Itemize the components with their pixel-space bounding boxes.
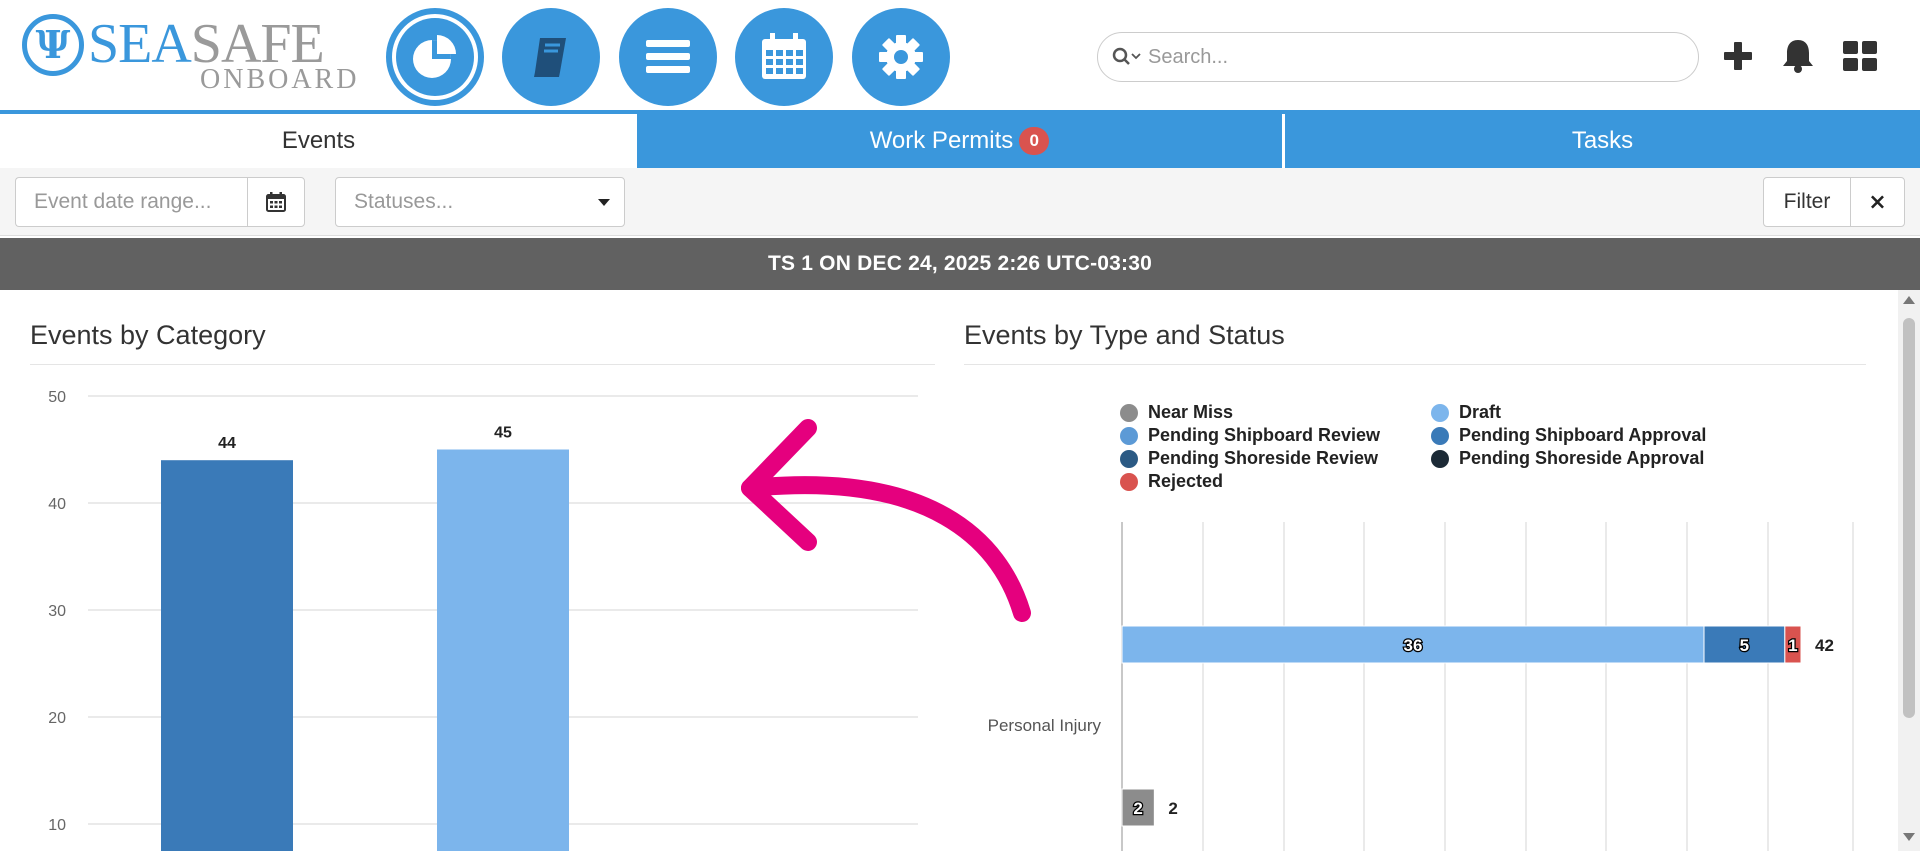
scroll-down-arrow-icon[interactable] — [1903, 833, 1915, 841]
row-total-label: 2 — [1168, 799, 1177, 818]
segment-value-label: 1 — [1788, 636, 1797, 655]
category-label: Personal Injury — [988, 716, 1102, 735]
events-by-type-status-chart: Personal Injury 36 5 1 42 2 2 — [988, 522, 1854, 851]
tab-tasks[interactable]: Tasks — [1285, 114, 1920, 168]
notifications-button[interactable] — [1778, 36, 1818, 76]
statuses-placeholder: Statuses... — [354, 190, 454, 213]
filter-button[interactable]: Filter — [1763, 177, 1851, 227]
work-permits-count-badge: 0 — [1019, 127, 1050, 155]
tab-work-permits[interactable]: Work Permits 0 — [637, 114, 1282, 168]
nav-calendar-button[interactable] — [735, 8, 833, 106]
vertical-scrollbar[interactable] — [1898, 290, 1920, 851]
search-icon[interactable] — [1112, 46, 1142, 68]
top-bar: Ψ SEASAFE ONBOARD — [0, 0, 1920, 114]
scrollbar-thumb[interactable] — [1903, 318, 1915, 718]
grid-icon — [1843, 41, 1877, 71]
nav-settings-button[interactable] — [852, 8, 950, 106]
segment-value-label: 36 — [1404, 636, 1423, 655]
list-icon — [646, 40, 690, 73]
add-button[interactable] — [1718, 36, 1758, 76]
search-input[interactable] — [1148, 45, 1668, 69]
pie-chart-icon — [413, 35, 456, 78]
nav-logbook-button[interactable] — [502, 8, 600, 106]
apps-button[interactable] — [1840, 36, 1880, 76]
statuses-select[interactable]: Statuses... — [335, 177, 625, 227]
y-tick-label: 10 — [48, 817, 66, 834]
gear-icon — [879, 35, 923, 79]
close-icon: × — [1868, 189, 1887, 215]
segment-value-label: 2 — [1133, 799, 1142, 818]
date-picker-button[interactable] — [247, 177, 305, 227]
annotation-arrow-icon — [741, 419, 1031, 622]
scroll-up-arrow-icon[interactable] — [1903, 296, 1915, 304]
tab-events[interactable]: Events — [0, 114, 637, 168]
nav-dashboard-button[interactable] — [386, 8, 484, 106]
dashboard-content: Events by Category Events by Type and St… — [0, 290, 1920, 851]
app-logo[interactable]: Ψ SEASAFE ONBOARD — [20, 12, 356, 94]
category-bar[interactable] — [437, 449, 569, 851]
global-search[interactable] — [1097, 32, 1699, 82]
nav-menu-button[interactable] — [619, 8, 717, 106]
row-total-label: 42 — [1815, 636, 1834, 655]
book-icon — [534, 38, 566, 77]
y-tick-label: 20 — [48, 710, 66, 727]
filter-bar: Statuses... Filter × — [0, 168, 1920, 236]
trident-logo-icon: Ψ — [22, 14, 84, 76]
bell-icon — [1783, 40, 1813, 73]
plus-icon — [1724, 42, 1752, 70]
calendar-icon — [762, 33, 806, 79]
chevron-down-icon — [598, 199, 610, 206]
clear-filter-button[interactable]: × — [1850, 177, 1905, 227]
y-tick-label: 50 — [48, 389, 66, 406]
y-tick-label: 40 — [48, 496, 66, 513]
bar-value-label: 45 — [494, 425, 512, 442]
y-tick-label: 30 — [48, 603, 66, 620]
bar-value-label: 44 — [218, 435, 236, 452]
vessel-time-banner: TS 1 ON DEC 24, 2025 2:26 UTC-03:30 — [0, 238, 1920, 290]
event-date-range-input[interactable] — [15, 177, 248, 227]
calendar-icon — [266, 192, 286, 212]
logo-subtitle: ONBOARD — [200, 64, 360, 95]
segment-value-label: 5 — [1740, 636, 1749, 655]
main-tabs: Events Work Permits 0 Tasks — [0, 114, 1920, 168]
category-bar[interactable] — [161, 460, 293, 851]
